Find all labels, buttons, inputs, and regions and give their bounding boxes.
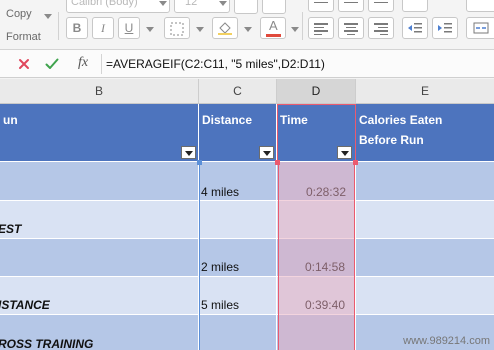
cancel-icon[interactable] <box>18 58 30 70</box>
increase-font-button[interactable] <box>234 0 258 14</box>
font-size-value: 12 <box>185 0 198 8</box>
column-header-b[interactable]: B <box>0 79 199 103</box>
header-label: Distance <box>202 113 253 127</box>
format-painter-button[interactable]: Format <box>6 31 41 43</box>
cell-b[interactable]: ROSS TRAINING <box>0 315 199 350</box>
header-label-line2: Before Run <box>359 133 424 147</box>
header-label: un <box>3 113 18 127</box>
cell-c[interactable]: 2 miles <box>199 239 277 277</box>
indent-icon <box>438 23 452 33</box>
selection-handle[interactable] <box>275 160 280 165</box>
selection-border <box>277 104 356 164</box>
bold-button[interactable]: B <box>66 17 88 39</box>
table-row: ISTANCE 5 miles 0:39:40 <box>0 277 494 315</box>
align-bottom-button[interactable] <box>368 0 394 12</box>
filter-dropdown-icon[interactable] <box>259 146 274 159</box>
borders-button[interactable] <box>164 17 190 39</box>
header-cell-distance[interactable]: Distance <box>199 104 277 162</box>
cell-text: 2 miles <box>201 260 240 274</box>
font-color-icon: A <box>269 18 278 33</box>
table-row: EST <box>0 201 494 239</box>
decrease-indent-button[interactable] <box>402 17 428 39</box>
paint-bucket-icon <box>218 22 232 35</box>
range-handle[interactable] <box>197 160 202 165</box>
font-color-swatch <box>266 34 281 37</box>
increase-indent-button[interactable] <box>432 17 458 39</box>
divider <box>101 54 102 74</box>
header-cell-run[interactable]: un <box>0 104 199 162</box>
chevron-down-icon <box>159 1 167 6</box>
cell-text: EST <box>0 222 22 236</box>
font-color-dropdown-icon[interactable] <box>291 27 299 32</box>
borders-icon <box>170 22 184 36</box>
filter-dropdown-icon[interactable] <box>181 146 196 159</box>
outdent-icon <box>408 23 422 33</box>
fill-dropdown-icon[interactable] <box>244 27 252 32</box>
formula-input[interactable]: =AVERAGEIF(C2:C11, "5 miles",D2:D11) <box>106 57 325 71</box>
watermark: www.989214.com <box>403 335 490 347</box>
column-header-e[interactable]: E <box>356 79 494 103</box>
enter-check-icon[interactable] <box>45 58 59 70</box>
align-left-button[interactable] <box>308 17 334 39</box>
criteria-range-border <box>199 162 200 350</box>
cell-c[interactable]: 5 miles <box>199 277 277 315</box>
column-header-d[interactable]: D <box>277 79 356 103</box>
cell-c[interactable]: 4 miles <box>199 162 277 201</box>
cell-e[interactable] <box>356 239 494 277</box>
fill-color-button[interactable] <box>212 17 238 39</box>
font-name-select[interactable]: Calibri (Body) <box>66 0 170 13</box>
divider <box>302 12 303 40</box>
cell-b[interactable] <box>0 239 199 277</box>
merge-icon <box>473 22 489 34</box>
merge-button[interactable] <box>466 17 494 39</box>
wrap-text-button[interactable] <box>466 0 494 12</box>
align-center-button[interactable] <box>338 17 364 39</box>
column-header-c[interactable]: C <box>199 79 277 103</box>
copy-dropdown-icon[interactable] <box>44 14 52 19</box>
font-size-select[interactable]: 12 <box>174 0 230 13</box>
cell-c[interactable] <box>199 201 277 239</box>
decrease-font-button[interactable] <box>262 0 286 14</box>
function-wizard-button[interactable]: fx <box>78 55 88 71</box>
header-label: Calories Eaten Before Run <box>359 110 442 150</box>
ribbon-toolbar: Copy Format Calibri (Body) 12 B I U A <box>0 0 494 50</box>
orientation-button[interactable] <box>402 0 428 12</box>
header-cell-calories[interactable]: Calories Eaten Before Run <box>356 104 494 162</box>
cell-text: ROSS TRAINING <box>0 337 94 350</box>
chevron-down-icon <box>219 1 227 6</box>
cell-c[interactable] <box>199 315 277 350</box>
cell-e[interactable] <box>356 201 494 239</box>
table-row: 4 miles 0:28:32 <box>0 162 494 201</box>
selection-handle[interactable] <box>353 160 358 165</box>
align-right-button[interactable] <box>368 17 394 39</box>
underline-button[interactable]: U <box>118 17 140 39</box>
cell-b[interactable]: EST <box>0 201 199 239</box>
align-middle-button[interactable] <box>338 0 364 12</box>
cell-text: ISTANCE <box>0 298 50 312</box>
underline-dropdown-icon[interactable] <box>146 27 154 32</box>
font-name-value: Calibri (Body) <box>71 0 138 8</box>
column-header-bar: B C D E <box>0 79 494 104</box>
table-row: 2 miles 0:14:58 <box>0 239 494 277</box>
formula-bar: fx =AVERAGEIF(C2:C11, "5 miles",D2:D11) <box>0 50 494 78</box>
align-top-button[interactable] <box>308 0 334 12</box>
cell-e[interactable] <box>356 277 494 315</box>
borders-dropdown-icon[interactable] <box>196 27 204 32</box>
table-header-row: un Distance Time Calories Eaten Before R… <box>0 104 494 162</box>
spreadsheet-grid: un Distance Time Calories Eaten Before R… <box>0 104 494 350</box>
divider <box>58 12 59 40</box>
cell-text: 4 miles <box>201 185 240 199</box>
copy-button[interactable]: Copy <box>6 8 32 20</box>
font-color-button[interactable]: A <box>260 17 286 39</box>
cell-text: 5 miles <box>201 298 240 312</box>
italic-button[interactable]: I <box>92 17 114 39</box>
header-label-line1: Calories Eaten <box>359 113 443 127</box>
cell-b[interactable]: ISTANCE <box>0 277 199 315</box>
average-range-selection <box>278 162 355 350</box>
